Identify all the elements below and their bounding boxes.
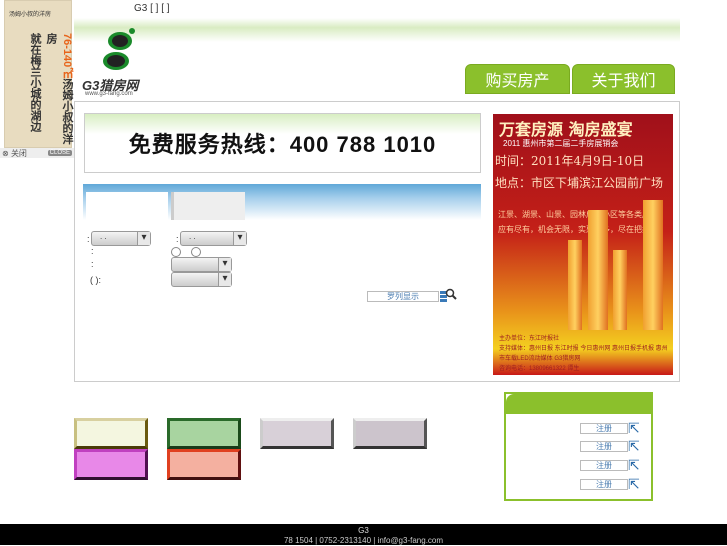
ad-close-button[interactable]: CLOSE [47, 150, 72, 156]
ad-close-bar[interactable]: ⊗ 关闭 CLOSE [0, 148, 74, 158]
poster-time: 时间：2011年4月9日-10日 [495, 154, 645, 168]
building-graphic [643, 200, 663, 330]
logo-url: www.g3-fang.com [85, 91, 133, 97]
side-ad-banner[interactable]: 汤姆小叔的洋房 76-140㎡汤姆小叔的洋房 就在梅兰小城的湖边 [4, 0, 73, 148]
register-button-2[interactable]: 注册 [580, 441, 628, 452]
swatch-pink[interactable] [74, 449, 148, 480]
register-button-4[interactable]: 注册 [580, 479, 628, 490]
building-graphic [613, 250, 627, 330]
price-select[interactable]: . . [180, 231, 247, 246]
expo-poster[interactable]: 万套房源 淘房盛宴 2011 惠州市第二届二手房展销会 时间：2011年4月9日… [493, 114, 673, 375]
list-view-button[interactable]: 罗列显示 [367, 291, 439, 302]
swatch-gray-2[interactable] [353, 418, 427, 449]
radio-option-1[interactable] [171, 247, 181, 257]
tab-buy-property[interactable]: 购买房产 [465, 64, 570, 94]
type-select[interactable] [171, 257, 232, 272]
building-graphic [568, 240, 582, 330]
tab-about-us[interactable]: 关于我们 [572, 64, 675, 94]
swatch-gray-1[interactable] [260, 418, 334, 449]
swatch-green[interactable] [167, 418, 241, 449]
field-label: ( ): [90, 275, 101, 285]
ad-brand: 汤姆小叔的洋房 [9, 12, 52, 18]
hotline-banner: 免费服务热线：400 788 1010 [84, 113, 481, 173]
search-icon[interactable] [440, 288, 457, 302]
poster-place: 地点：市区下埔滨江公园前广场 [495, 176, 664, 190]
area-select[interactable] [171, 272, 232, 287]
field-label: : [91, 246, 94, 256]
poster-title: 万套房源 淘房盛宴 [499, 120, 633, 139]
site-logo[interactable]: G3猎房网 www.g3-fang.com [80, 27, 155, 99]
register-panel-header [506, 394, 651, 414]
arrow-icon[interactable]: ⇱ [628, 477, 646, 491]
field-label: : [91, 259, 94, 269]
arrow-icon[interactable]: ⇱ [628, 458, 646, 472]
building-graphic [588, 210, 608, 330]
radio-option-2[interactable] [191, 247, 201, 257]
poster-subtitle: 2011 惠州市第二届二手房展销会 [503, 139, 619, 148]
ad-text-2: 就在梅兰小城的湖边 [29, 33, 41, 132]
header-band [74, 18, 680, 42]
swatch-cream[interactable] [74, 418, 148, 449]
arrow-icon[interactable]: ⇱ [628, 421, 646, 435]
poster-footer: 主办单位：东江时报社 支持媒体：惠州日报 东江时报 今日惠州网 惠州日报手机报 惠… [499, 336, 668, 372]
arrow-icon[interactable]: ⇱ [628, 439, 646, 453]
register-panel: 注册 ⇱ 注册 ⇱ 注册 ⇱ 注册 ⇱ [504, 392, 653, 501]
top-links[interactable]: G3 [ ] [ ] [134, 3, 170, 14]
district-select[interactable]: . . [91, 231, 151, 246]
search-tab-1[interactable] [86, 192, 168, 220]
register-button-3[interactable]: 注册 [580, 460, 628, 471]
register-button-1[interactable]: 注册 [580, 423, 628, 434]
ad-text-1: 76-140㎡汤姆小叔的洋房 [45, 33, 73, 145]
logo-g-icon [103, 28, 135, 70]
footer-title: G3 [358, 526, 369, 535]
field-label: : [87, 234, 90, 244]
swatch-salmon[interactable] [167, 449, 241, 480]
ad-close-label[interactable]: ⊗ 关闭 [2, 148, 27, 159]
search-tab-2[interactable] [171, 192, 245, 220]
footer: G3 78 1504 | 0752-2313140 | info@g3-fang… [0, 524, 727, 545]
field-label: : [176, 234, 179, 244]
